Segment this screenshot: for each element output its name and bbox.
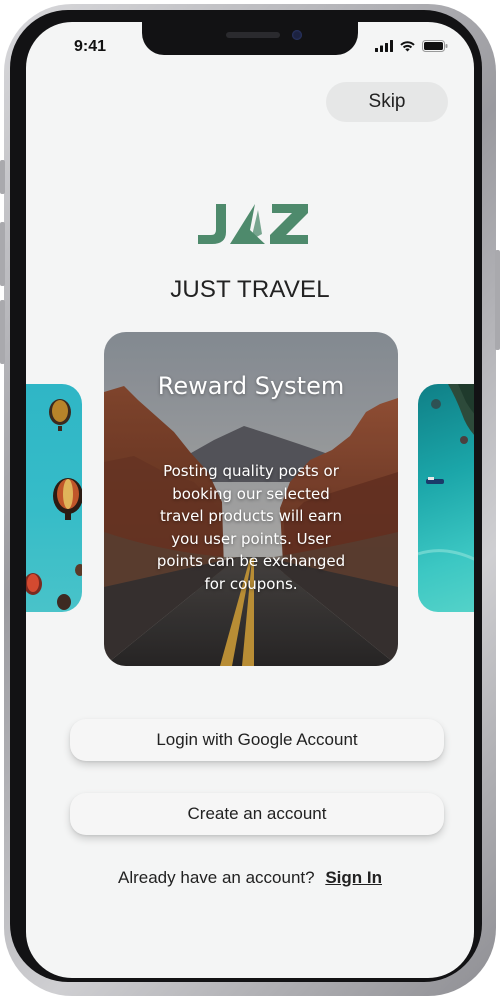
jaz-logo bbox=[198, 204, 308, 244]
carousel-next-card[interactable] bbox=[418, 384, 474, 612]
google-login-button[interactable]: Login with Google Account bbox=[70, 719, 444, 761]
front-camera bbox=[292, 30, 302, 40]
create-account-button[interactable]: Create an account bbox=[70, 793, 444, 835]
sign-in-link[interactable]: Sign In bbox=[325, 868, 382, 887]
status-time: 9:41 bbox=[74, 38, 107, 55]
hot-air-balloons-image bbox=[26, 399, 82, 610]
skip-button[interactable]: Skip bbox=[326, 82, 448, 122]
app-screen: 9:41 Skip JUST TRAVEL Reward System Post… bbox=[26, 22, 474, 978]
tagline: JUST TRAVEL bbox=[170, 276, 330, 303]
status-icons bbox=[375, 40, 448, 52]
battery-icon bbox=[422, 40, 448, 52]
signin-prompt: Already have an account? bbox=[118, 868, 315, 887]
card-description: Posting quality posts or booking our sel… bbox=[156, 462, 346, 593]
card-title: Reward System bbox=[157, 372, 345, 400]
tropical-beach-image bbox=[418, 384, 474, 561]
mute-switch bbox=[0, 160, 5, 194]
signin-row: Already have an account? Sign In bbox=[26, 868, 474, 888]
wifi-icon bbox=[400, 41, 415, 52]
volume-up-button bbox=[0, 222, 5, 286]
speaker-grille bbox=[226, 32, 280, 38]
carousel-current-card[interactable]: Reward System Posting quality posts or b… bbox=[104, 332, 398, 666]
cellular-signal-icon bbox=[375, 40, 393, 52]
volume-down-button bbox=[0, 300, 5, 364]
carousel-prev-card[interactable] bbox=[26, 384, 82, 612]
notch bbox=[142, 22, 358, 55]
power-button bbox=[495, 250, 500, 350]
